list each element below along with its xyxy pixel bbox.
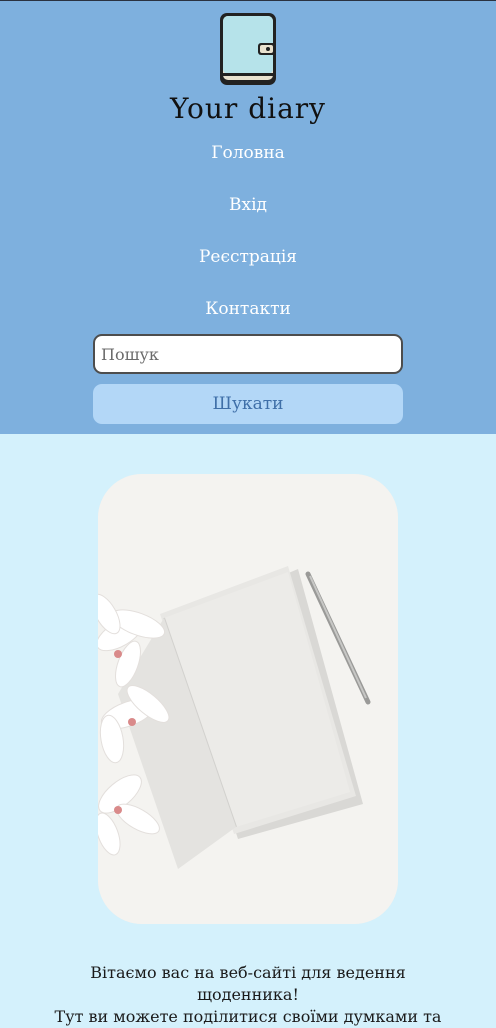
welcome-text: Вітаємо вас на веб-сайті для ведення щод… [0, 962, 496, 1028]
diary-notebook-icon [218, 11, 278, 87]
site-header: Your diary Головна Вхід Реєстрація Конта… [0, 1, 496, 434]
search-input[interactable] [93, 334, 403, 374]
nav-item-contacts[interactable]: Контакти [0, 297, 496, 321]
nav-item-login[interactable]: Вхід [0, 193, 496, 217]
hero-image [98, 474, 398, 924]
nav-item-register[interactable]: Реєстрація [0, 245, 496, 269]
welcome-line-1: Вітаємо вас на веб-сайті для ведення щод… [90, 963, 406, 1004]
nav-item-home[interactable]: Головна [0, 141, 496, 165]
welcome-line-2: Тут ви можете поділитися своїми думками … [54, 1007, 442, 1026]
site-title: Your diary [169, 92, 326, 125]
search-button[interactable]: Шукати [93, 384, 403, 424]
